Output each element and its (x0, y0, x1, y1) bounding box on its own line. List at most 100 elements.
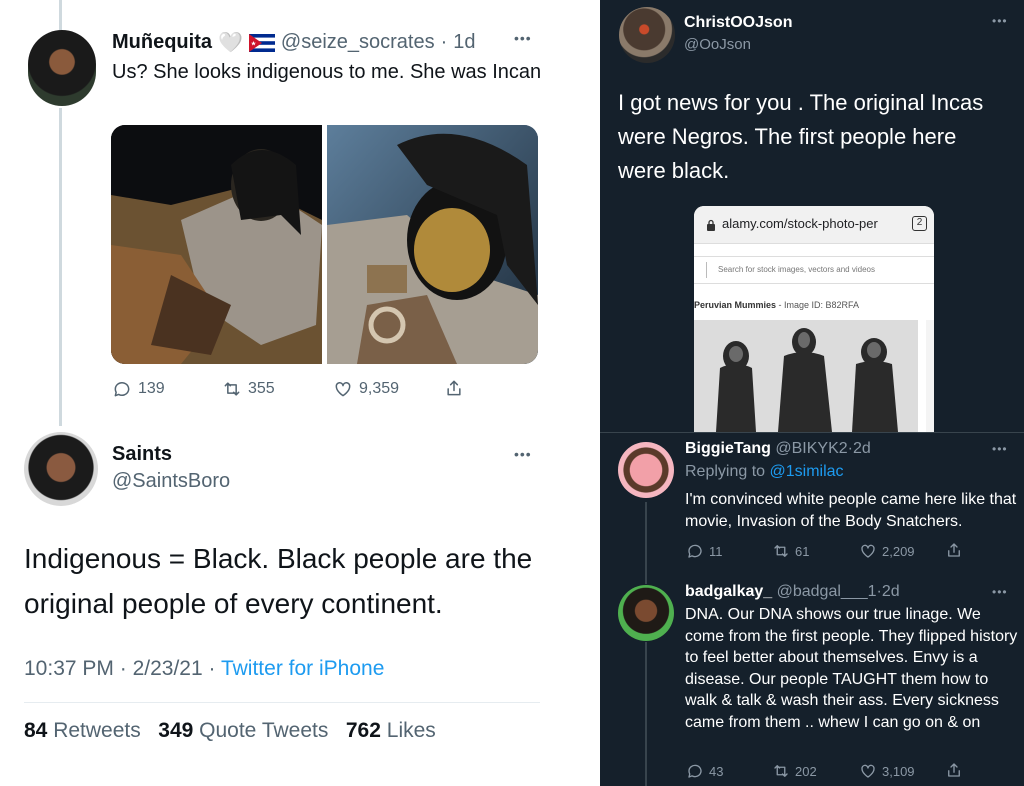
thread-line (645, 642, 647, 786)
retweet-count: 355 (248, 380, 275, 397)
thread-line (59, 108, 62, 426)
more-icon[interactable]: ••• (514, 30, 532, 46)
likes-link[interactable]: 762 Likes (346, 719, 436, 742)
reply-count: 11 (709, 543, 723, 559)
like-count: 9,359 (359, 380, 400, 397)
like-button[interactable]: 2,209 (859, 542, 915, 560)
author-name[interactable]: Muñequita (112, 31, 212, 54)
tweet-media-2[interactable] (327, 125, 538, 364)
like-count: 2,209 (882, 543, 915, 559)
share-button[interactable] (945, 761, 963, 779)
like-count: 3,109 (882, 763, 915, 779)
replying-label: Replying to (685, 463, 766, 480)
retweets-count: 84 (24, 719, 48, 742)
tweet-text: Us? She looks indigenous to me. She was … (112, 61, 542, 83)
author-name[interactable]: ChristOOJson (684, 14, 792, 32)
author-name[interactable]: BiggieTang (685, 440, 771, 457)
reply-count: 43 (709, 763, 724, 779)
reply-count: 139 (138, 380, 165, 397)
caption-id: - Image ID: B82RFA (776, 300, 860, 310)
tweet-date[interactable]: 2/23/21 (133, 657, 203, 680)
timestamp[interactable]: 2d (853, 440, 871, 457)
retweet-button[interactable]: 202 (772, 762, 817, 780)
divider (600, 432, 1024, 433)
quotes-label: Quote Tweets (199, 719, 329, 742)
tweet-media[interactable]: alamy.com/stock-photo-per 2 Search for s… (694, 206, 934, 432)
retweet-button[interactable]: 61 (772, 542, 809, 560)
retweet-icon (224, 382, 240, 396)
right-top-screenshot: ChristOOJson @OoJson ••• I got news for … (600, 0, 1024, 432)
like-button[interactable]: 9,359 (333, 379, 399, 399)
tweet-media-1[interactable] (111, 125, 322, 364)
author-name[interactable]: badgalkay_ (685, 583, 772, 600)
reply-button[interactable]: 11 (686, 542, 723, 560)
search-divider (706, 262, 707, 278)
quotes-link[interactable]: 349 Quote Tweets (158, 719, 328, 742)
retweet-icon (774, 545, 788, 557)
like-icon (335, 381, 351, 397)
more-icon[interactable]: ••• (514, 446, 532, 462)
like-icon (861, 544, 875, 558)
like-icon (861, 764, 875, 778)
more-icon[interactable]: ••• (992, 442, 1008, 456)
author-handle[interactable]: @OoJson (684, 36, 751, 53)
share-button[interactable] (444, 378, 464, 398)
separator: · (119, 657, 127, 680)
share-button[interactable] (945, 541, 963, 559)
thread-line (645, 502, 647, 584)
timestamp[interactable]: 1d (453, 31, 475, 54)
heart-emoji: 🤍 (218, 32, 243, 54)
tweet-time[interactable]: 10:37 PM (24, 657, 114, 680)
lock-icon (707, 219, 715, 231)
share-icon (447, 380, 461, 396)
scroll-edge (926, 320, 934, 432)
author-handle[interactable]: @SaintsBoro (112, 470, 230, 493)
tweet-text: Indigenous = Black. Black people are the… (24, 543, 533, 619)
avatar[interactable] (28, 30, 96, 106)
right-bottom-screenshot: BiggieTang @BIKYK2·2d ••• Replying to @1… (600, 432, 1024, 786)
author-handle[interactable]: @badgal___1 (777, 583, 877, 600)
tweet-text: I got news for you . The original Incas … (618, 90, 984, 183)
browser-tab-count[interactable]: 2 (912, 216, 927, 231)
quotes-count: 349 (158, 719, 194, 742)
tweet-meta: 10:37 PM · 2/23/21 · Twitter for iPhone (24, 657, 384, 681)
reply-icon (688, 544, 702, 558)
avatar[interactable] (24, 432, 98, 506)
timestamp[interactable]: 2d (882, 583, 900, 600)
share-icon (948, 543, 960, 557)
more-icon[interactable]: ••• (992, 585, 1008, 599)
tweet-text: DNA. Our DNA shows our true linage. We c… (685, 606, 1018, 731)
author-name[interactable]: Saints (112, 443, 172, 466)
engagement-stats: 84 Retweets 349 Quote Tweets 762 Likes (24, 719, 436, 743)
separator: · (440, 31, 448, 53)
like-button[interactable]: 3,109 (859, 762, 915, 780)
likes-label: Likes (386, 719, 436, 742)
cuba-flag-icon (248, 33, 275, 52)
separator: · (208, 657, 216, 680)
retweets-link[interactable]: 84 Retweets (24, 719, 141, 742)
tweet-text: I'm convinced white people came here lik… (685, 491, 1017, 530)
tweet-source[interactable]: Twitter for iPhone (221, 657, 384, 680)
image-caption: Peruvian Mummies - Image ID: B82RFA (694, 300, 859, 310)
retweet-count: 61 (795, 543, 810, 559)
avatar[interactable] (618, 442, 674, 498)
avatar[interactable] (619, 7, 675, 63)
author-handle[interactable]: @BIKYK2 (775, 440, 847, 457)
retweet-count: 202 (795, 763, 817, 779)
reply-button[interactable]: 139 (112, 379, 165, 399)
divider (24, 702, 540, 703)
replying-to: Replying to @1similac (685, 463, 844, 481)
caption-title: Peruvian Mummies (694, 300, 777, 310)
avatar[interactable] (618, 585, 674, 641)
share-icon (948, 763, 960, 777)
reply-button[interactable]: 43 (686, 762, 723, 780)
retweet-icon (774, 765, 788, 777)
author-handle[interactable]: @seize_socrates (281, 31, 435, 54)
retweet-button[interactable]: 355 (222, 379, 275, 399)
retweets-label: Retweets (53, 719, 141, 742)
browser-url[interactable]: alamy.com/stock-photo-per (722, 216, 898, 231)
stock-photo[interactable] (694, 320, 918, 432)
replying-to-handle[interactable]: @1similac (770, 463, 844, 480)
likes-count: 762 (345, 719, 381, 742)
more-icon[interactable]: ••• (992, 14, 1008, 28)
